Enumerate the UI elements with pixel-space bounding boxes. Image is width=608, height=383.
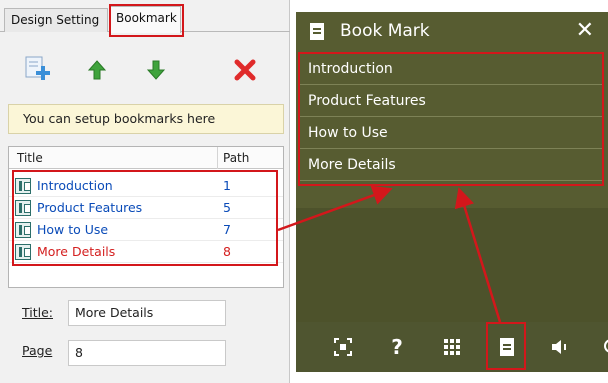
book-viewer: Book Mark ✕ Introduction Product Feature… [296,12,608,372]
bookmark-settings-panel: Design Setting Bookmark You can setup bo… [0,0,290,383]
tab-bookmark[interactable]: Bookmark [109,6,181,33]
move-up-button[interactable] [80,54,114,86]
bookmark-icon [15,178,31,194]
bookmark-icon [15,200,31,216]
bookmark-icon [500,338,514,356]
list-item[interactable]: Introduction 1 [9,175,283,197]
fit-screen-icon [334,338,352,356]
title-field-label: Title: [22,305,53,320]
list-item-path: 5 [223,200,231,215]
delete-bookmark-button[interactable] [228,54,262,86]
page-field-label: Page [22,343,53,358]
info-bar: You can setup bookmarks here [8,104,284,134]
list-item[interactable]: How to Use 7 [9,219,283,241]
page-input[interactable]: 8 [68,340,226,366]
zoom-icon [604,339,608,353]
bookmark-popup-item[interactable]: More Details [300,149,604,181]
bookmark-toolbar [0,48,290,98]
bookmark-popup-title: Book Mark [340,21,430,41]
move-down-button[interactable] [139,54,173,86]
document-icon [310,23,324,40]
sound-button[interactable] [548,334,574,360]
bookmark-popup: Book Mark ✕ Introduction Product Feature… [296,12,608,208]
list-item-selected[interactable]: More Details 8 [9,241,283,263]
list-header: Title Path [9,147,283,169]
column-header-title[interactable]: Title [17,151,43,165]
thumbnails-icon [444,339,460,355]
arrow-down-icon [146,60,166,80]
bookmark-list: Title Path Introduction 1 Product Featur… [8,146,284,288]
bookmark-popup-header: Book Mark ✕ [296,12,608,52]
list-item-path: 1 [223,178,231,193]
column-divider [217,147,218,169]
bookmark-button[interactable] [494,334,520,360]
viewer-toolbar: ? [296,322,608,372]
add-bookmark-button[interactable] [20,54,54,86]
bookmark-icon [15,222,31,238]
list-item-path: 7 [223,222,231,237]
sound-icon [552,340,566,354]
list-item-title: Product Features [37,200,143,215]
bookmark-popup-list: Introduction Product Features How to Use… [300,53,604,181]
list-item[interactable]: Product Features 5 [9,197,283,219]
tab-bar: Design Setting Bookmark [0,6,290,33]
bookmark-popup-item[interactable]: Product Features [300,85,604,117]
list-item-path: 8 [223,244,231,259]
list-item-title: More Details [37,244,116,259]
bookmark-popup-item[interactable]: How to Use [300,117,604,149]
close-button[interactable]: ✕ [576,19,594,43]
list-item-title: How to Use [37,222,109,237]
title-input[interactable]: More Details [68,300,226,326]
bookmark-popup-item[interactable]: Introduction [300,53,604,85]
arrow-up-icon [87,60,107,80]
tab-design-setting[interactable]: Design Setting [4,8,108,32]
fit-screen-button[interactable] [330,334,356,360]
add-bookmark-icon [25,56,50,80]
list-rows: Introduction 1 Product Features 5 How to… [9,175,283,263]
list-item-title: Introduction [37,178,113,193]
help-button[interactable]: ? [384,334,410,360]
bookmark-icon [15,244,31,260]
delete-icon [234,59,256,81]
thumbnails-button[interactable] [439,334,465,360]
column-header-path[interactable]: Path [223,151,249,165]
zoom-button[interactable] [596,334,608,360]
